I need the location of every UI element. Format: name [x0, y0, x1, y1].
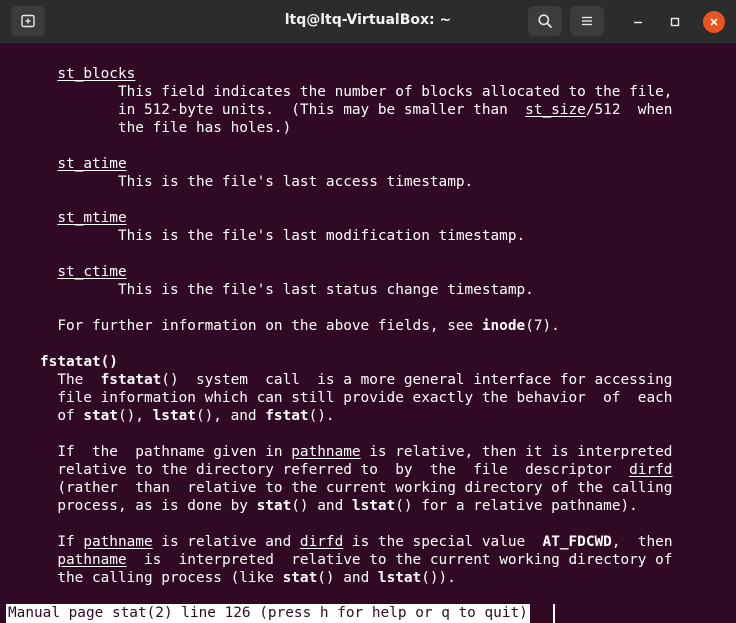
man-line: in 512-byte units. (This may be smaller …	[14, 101, 673, 119]
man-bold-text: inode	[481, 318, 526, 334]
man-line: st_atime	[14, 155, 127, 173]
man-text: is relative, then it is interpreted	[360, 444, 673, 460]
man-text: This is the file's last status change ti…	[14, 282, 534, 298]
man-line: the calling process (like stat() and lst…	[14, 569, 456, 587]
man-text: is interpreted relative to the current w…	[126, 552, 673, 568]
man-text: ()).	[421, 570, 456, 586]
window-title: ltq@ltq-VirtualBox: ~	[284, 12, 452, 28]
man-text: file information which can still provide…	[14, 390, 673, 406]
man-bold-text: stat	[256, 498, 292, 514]
man-line: of stat(), lstat(), and fstat().	[14, 407, 335, 425]
hamburger-menu-icon	[582, 16, 592, 26]
search-button[interactable]	[528, 6, 562, 36]
man-text: , then	[611, 534, 673, 550]
man-line: This is the file's last status change ti…	[14, 281, 534, 299]
man-text: in 512-byte units. (This may be smaller …	[14, 102, 526, 118]
man-text: (rather than relative to the current wor…	[14, 480, 673, 496]
man-line: This is the file's last access timestamp…	[14, 173, 473, 191]
man-text: () system call is a more general interfa…	[161, 372, 673, 388]
man-text: is the special value	[343, 534, 543, 550]
man-line: If pathname is relative and dirfd is the…	[14, 533, 673, 551]
close-icon	[710, 18, 718, 26]
terminal-output[interactable]: st_blocks This field indicates the numbe…	[0, 44, 736, 623]
man-line: The fstatat() system call is a more gene…	[14, 371, 672, 389]
man-text	[14, 354, 40, 370]
man-text: This field indicates the number of block…	[14, 84, 673, 100]
man-bold-text: stat	[282, 570, 318, 586]
man-line: st_blocks	[14, 65, 135, 83]
man-bold-text: fstatat	[100, 372, 162, 388]
man-text: (7).	[525, 318, 560, 334]
text-cursor	[553, 604, 555, 623]
man-underlined-text: dirfd	[629, 462, 673, 478]
man-line: st_mtime	[14, 209, 127, 227]
man-text: (), and	[195, 408, 266, 424]
man-bold-text: fstatat()	[40, 354, 118, 370]
terminal-window: ltq@ltq-VirtualBox: ~ st_blocks This fie…	[0, 0, 736, 623]
man-text: process, as is done by	[14, 498, 257, 514]
man-underlined-text: st_atime	[57, 156, 127, 172]
close-button[interactable]	[703, 11, 725, 33]
man-text: If	[14, 534, 84, 550]
man-text: () for a relative pathname).	[395, 498, 638, 514]
man-bold-text: stat	[83, 408, 118, 424]
maximize-icon	[670, 17, 680, 27]
man-line: file information which can still provide…	[14, 389, 672, 407]
man-text: /512 when	[585, 102, 673, 118]
man-line: fstatat()	[14, 353, 118, 371]
man-line: This is the file's last modification tim…	[14, 227, 525, 245]
man-text	[14, 156, 57, 172]
man-text: This is the file's last modification tim…	[14, 228, 526, 244]
man-text: If the pathname given in	[14, 444, 292, 460]
man-underlined-text: st_mtime	[57, 210, 127, 226]
man-bold-text: lstat	[152, 408, 196, 424]
man-underlined-text: st_blocks	[57, 66, 136, 82]
man-underlined-text: pathname	[83, 534, 153, 550]
man-bold-text: AT_FDCWD	[542, 534, 612, 550]
search-icon	[538, 14, 552, 28]
menu-button[interactable]	[570, 6, 604, 36]
man-text	[14, 210, 57, 226]
man-underlined-text: pathname	[57, 552, 127, 568]
man-underlined-text: st_ctime	[57, 264, 127, 280]
man-text: ().	[308, 408, 335, 424]
man-text: relative to the directory referred to by…	[14, 462, 630, 478]
man-line: (rather than relative to the current wor…	[14, 479, 672, 497]
man-text: () and	[291, 498, 352, 514]
man-bold-text: lstat	[351, 498, 396, 514]
man-line: This field indicates the number of block…	[14, 83, 673, 101]
man-line: If the pathname given in pathname is rel…	[14, 443, 672, 461]
man-underlined-text: st_size	[525, 102, 586, 118]
man-underlined-text: dirfd	[299, 534, 344, 550]
man-text	[14, 264, 57, 280]
man-line: pathname is interpreted relative to the …	[14, 551, 672, 569]
man-text: of	[14, 408, 84, 424]
man-line: process, as is done by stat() and lstat(…	[14, 497, 638, 515]
man-text: is relative and	[152, 534, 300, 550]
man-text: For further information on the above fie…	[14, 318, 482, 334]
minimize-button[interactable]	[627, 11, 649, 33]
man-underlined-text: pathname	[291, 444, 361, 460]
maximize-button[interactable]	[664, 11, 686, 33]
man-line: the file has holes.)	[14, 119, 291, 137]
man-text: the file has holes.)	[14, 120, 292, 136]
minimize-icon	[634, 21, 642, 24]
man-bold-text: lstat	[377, 570, 422, 586]
man-text: () and	[317, 570, 378, 586]
man-text	[14, 66, 57, 82]
man-bold-text: fstat	[265, 408, 309, 424]
man-line: st_ctime	[14, 263, 127, 281]
pager-status-line: Manual page stat(2) line 126 (press h fo…	[6, 604, 530, 623]
man-line: For further information on the above fie…	[14, 317, 560, 335]
man-text: The	[14, 372, 101, 388]
man-text: (),	[117, 408, 153, 424]
man-line: relative to the directory referred to by…	[14, 461, 672, 479]
man-text: the calling process (like	[14, 570, 283, 586]
title-bar[interactable]: ltq@ltq-VirtualBox: ~	[0, 0, 736, 44]
man-text	[14, 552, 57, 568]
man-text: This is the file's last access timestamp…	[14, 174, 474, 190]
